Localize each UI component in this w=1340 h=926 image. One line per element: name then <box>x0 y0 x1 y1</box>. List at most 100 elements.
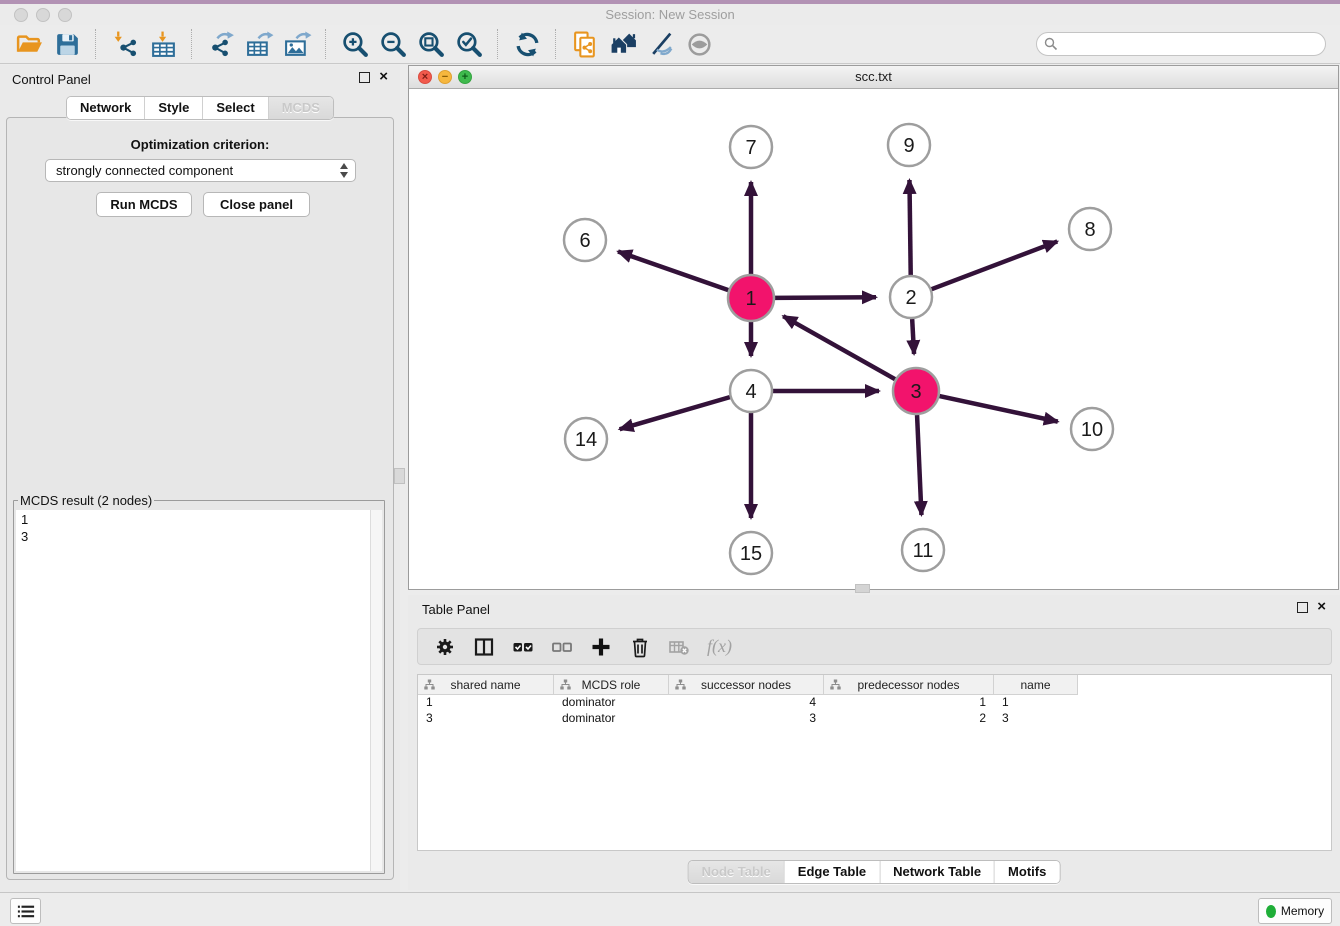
zoom-out-icon <box>379 30 408 59</box>
column-type-icon <box>424 679 435 690</box>
import-table-button[interactable] <box>144 27 182 61</box>
mcds-result-line: 1 <box>21 511 382 528</box>
network-window-titlebar[interactable]: × − + scc.txt <box>409 66 1338 89</box>
tab-network-table[interactable]: Network Table <box>880 861 995 883</box>
network-graph[interactable]: 7968124314101511 <box>409 89 1338 589</box>
close-table-panel-icon[interactable]: × <box>1317 601 1326 613</box>
clone-network-icon <box>571 30 600 59</box>
optimization-criterion-select[interactable]: strongly connected component <box>45 159 356 182</box>
export-network-button[interactable] <box>202 27 240 61</box>
gear-icon <box>434 636 456 658</box>
column-header-name[interactable]: name <box>994 675 1078 695</box>
import-network-button[interactable] <box>106 27 144 61</box>
delete-rows-button[interactable] <box>629 636 651 658</box>
table-tabs: Node Table Edge Table Network Table Moti… <box>688 860 1061 884</box>
tab-motifs[interactable]: Motifs <box>995 861 1059 883</box>
open-session-button[interactable] <box>10 27 48 61</box>
network-search-input[interactable] <box>1036 32 1326 56</box>
graph-edge-1-6[interactable] <box>618 252 728 291</box>
graph-node-label: 1 <box>745 288 756 310</box>
control-panel-tabs: Network Style Select MCDS <box>66 96 334 120</box>
apply-layout-button[interactable] <box>508 27 546 61</box>
horizontal-splitter-handle[interactable] <box>855 584 870 593</box>
save-session-button[interactable] <box>48 27 86 61</box>
table-tabs-band: Node Table Edge Table Network Table Moti… <box>408 851 1340 890</box>
tab-node-table[interactable]: Node Table <box>689 861 785 883</box>
graph-edge-3-10[interactable] <box>939 396 1057 422</box>
destroy-table-icon <box>668 636 690 658</box>
tab-style[interactable]: Style <box>145 97 203 119</box>
float-table-panel-icon[interactable] <box>1297 602 1308 613</box>
vertical-splitter-handle[interactable] <box>394 468 405 484</box>
export-image-button[interactable] <box>278 27 316 61</box>
graph-edge-1-2[interactable] <box>775 297 876 298</box>
column-header-successor-nodes[interactable]: successor nodes <box>669 675 824 695</box>
first-neighbors-button[interactable] <box>604 27 642 61</box>
graph-edge-2-9[interactable] <box>909 180 910 275</box>
cell-name[interactable]: 1 <box>994 695 1078 711</box>
export-table-icon <box>245 30 274 59</box>
main-toolbar <box>0 25 1340 64</box>
column-type-icon <box>560 679 571 690</box>
cell-predecessor-nodes[interactable]: 1 <box>824 695 994 711</box>
table-row[interactable]: 3 dominator 3 2 3 <box>418 711 1331 727</box>
close-panel-icon[interactable]: × <box>379 71 388 83</box>
table-settings-button[interactable] <box>434 636 456 658</box>
zoom-selected-button[interactable] <box>450 27 488 61</box>
cell-shared-name[interactable]: 3 <box>418 711 554 727</box>
float-panel-icon[interactable] <box>359 72 370 83</box>
cell-predecessor-nodes[interactable]: 2 <box>824 711 994 727</box>
graph-edge-4-14[interactable] <box>620 397 730 429</box>
tab-edge-table[interactable]: Edge Table <box>785 861 880 883</box>
memory-button[interactable]: Memory <box>1258 898 1332 924</box>
network-window-title: scc.txt <box>409 69 1338 84</box>
cell-shared-name[interactable]: 1 <box>418 695 554 711</box>
close-panel-button[interactable]: Close panel <box>203 192 310 217</box>
cell-successor-nodes[interactable]: 4 <box>669 695 824 711</box>
table-panel-title: Table Panel <box>422 602 490 617</box>
deselect-all-button[interactable] <box>551 636 573 658</box>
column-header-predecessor-nodes[interactable]: predecessor nodes <box>824 675 994 695</box>
zoom-in-button[interactable] <box>336 27 374 61</box>
export-network-icon <box>207 30 236 59</box>
select-stepper-icon <box>340 163 348 178</box>
window-title: Session: New Session <box>0 7 1340 22</box>
show-panels-button[interactable] <box>10 898 41 924</box>
column-header-mcds-role[interactable]: MCDS role <box>554 675 669 695</box>
zoom-out-button[interactable] <box>374 27 412 61</box>
result-scrollbar[interactable] <box>370 510 382 871</box>
network-canvas-area[interactable]: 7968124314101511 <box>409 89 1338 589</box>
export-table-button[interactable] <box>240 27 278 61</box>
mcds-result-list[interactable]: 1 3 <box>16 510 382 871</box>
graph-edge-3-11[interactable] <box>917 415 921 515</box>
run-mcds-button[interactable]: Run MCDS <box>96 192 192 217</box>
function-builder-icon: f(x) <box>707 636 732 657</box>
column-header-shared-name[interactable]: shared name <box>418 675 554 695</box>
hide-selected-button[interactable] <box>642 27 680 61</box>
column-layout-button[interactable] <box>473 636 495 658</box>
search-icon <box>1044 37 1058 51</box>
cell-successor-nodes[interactable]: 3 <box>669 711 824 727</box>
window-titlebar: Session: New Session <box>0 4 1340 25</box>
cell-name[interactable]: 3 <box>994 711 1078 727</box>
add-row-button[interactable] <box>590 636 612 658</box>
graph-edge-3-1[interactable] <box>783 316 895 379</box>
zoom-fit-button[interactable] <box>412 27 450 61</box>
show-all-button[interactable] <box>680 27 718 61</box>
cell-mcds-role[interactable]: dominator <box>554 695 669 711</box>
tab-network[interactable]: Network <box>67 97 145 119</box>
graph-node-label: 2 <box>905 287 916 309</box>
graph-edge-2-3[interactable] <box>912 319 914 354</box>
mcds-result-group: MCDS result (2 nodes) 1 3 <box>13 493 385 874</box>
graph-node-label: 7 <box>745 137 756 159</box>
cell-mcds-role[interactable]: dominator <box>554 711 669 727</box>
table-row[interactable]: 1 dominator 4 1 1 <box>418 695 1331 711</box>
graph-edge-2-8[interactable] <box>932 241 1058 289</box>
clone-network-button[interactable] <box>566 27 604 61</box>
tab-select[interactable]: Select <box>203 97 268 119</box>
graph-node-label: 14 <box>575 429 597 451</box>
graph-node-label: 15 <box>740 543 762 565</box>
table-header-row: shared name MCDS role successor nodes pr… <box>418 675 1331 695</box>
tab-mcds[interactable]: MCDS <box>269 97 333 119</box>
select-all-button[interactable] <box>512 636 534 658</box>
